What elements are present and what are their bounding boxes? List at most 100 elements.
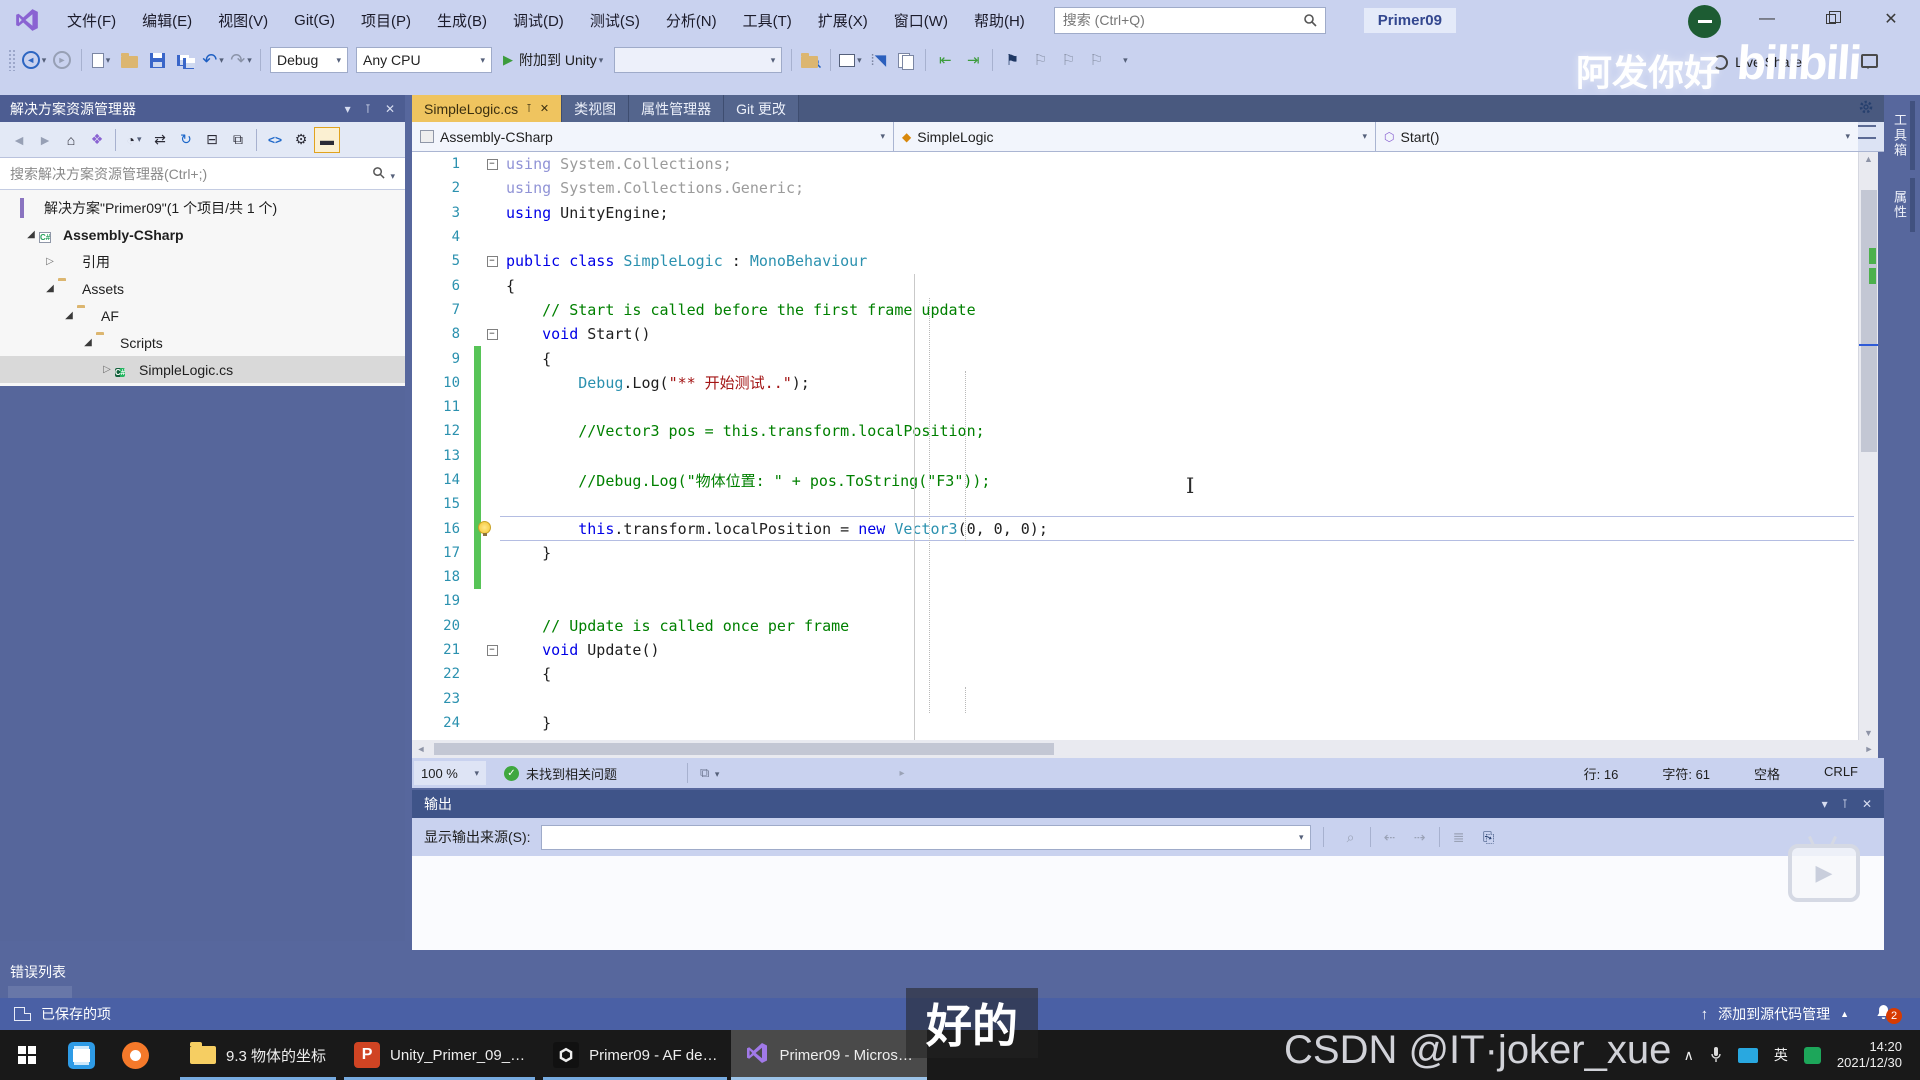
pin-icon[interactable]: ⊺ — [365, 102, 371, 116]
se-collapse-all-button[interactable]: ⊟ — [199, 127, 225, 153]
horizontal-scrollbar[interactable]: ◄ ► — [412, 740, 1878, 758]
window-position-icon[interactable]: ▾ — [1822, 797, 1828, 811]
se-properties-button[interactable]: ⚙ — [288, 127, 314, 153]
se-forward-button[interactable]: ► — [32, 127, 58, 153]
code-line-13[interactable]: 13 — [412, 444, 1884, 468]
tab-2[interactable]: 属性管理器 — [629, 95, 724, 122]
lightbulb-icon[interactable] — [478, 521, 491, 534]
split-editor-handle[interactable] — [1858, 125, 1876, 139]
se-switch-views-button[interactable]: ❖ — [84, 127, 110, 153]
new-file-button[interactable]: ▾ — [88, 47, 114, 73]
tree-item-2[interactable]: ▷引用 — [0, 248, 405, 275]
type-dropdown[interactable]: ◆ SimpleLogic ▾ — [894, 122, 1376, 151]
live-share-button[interactable]: Live Share — [1713, 54, 1802, 70]
error-list-tab[interactable]: 错误列表 — [10, 962, 66, 982]
code-line-12[interactable]: 12 //Vector3 pos = this.transform.localP… — [412, 419, 1884, 443]
fold-toggle[interactable]: − — [484, 645, 500, 656]
se-sync-button[interactable]: ⇄ — [147, 127, 173, 153]
code-line-1[interactable]: 1−using System.Collections; — [412, 152, 1884, 176]
caret-line-indicator[interactable]: 行: 16 — [1584, 764, 1619, 783]
output-source-dropdown[interactable]: ▾ — [541, 825, 1311, 850]
se-show-all-files-button[interactable]: ⧉ — [225, 127, 251, 153]
compare-icon[interactable]: ⧉ ▾ — [700, 765, 719, 781]
tree-item-0[interactable]: 解决方案"Primer09"(1 个项目/共 1 个) — [0, 194, 405, 221]
menu-item-7[interactable]: 测试(S) — [577, 0, 653, 40]
menu-item-10[interactable]: 扩展(X) — [805, 0, 881, 40]
feedback-icon[interactable] — [1861, 54, 1878, 68]
code-line-7[interactable]: 7 // Start is called before the first fr… — [412, 298, 1884, 322]
taskbar-item-0[interactable]: 9.3 物体的坐标 — [176, 1030, 340, 1080]
menu-item-2[interactable]: 视图(V) — [205, 0, 281, 40]
se-refresh-button[interactable]: ↻ — [173, 127, 199, 153]
menu-item-9[interactable]: 工具(T) — [730, 0, 805, 40]
menu-item-0[interactable]: 文件(F) — [54, 0, 129, 40]
code-editor[interactable]: 1−using System.Collections;2using System… — [412, 152, 1884, 740]
menu-item-3[interactable]: Git(G) — [281, 0, 348, 40]
document-well-gear-icon[interactable] — [1858, 99, 1874, 120]
menu-item-5[interactable]: 生成(B) — [424, 0, 500, 40]
tree-expander-icon[interactable]: ▷ — [42, 256, 58, 267]
window-position-icon[interactable]: ▾ — [345, 102, 351, 116]
code-line-15[interactable]: 15 — [412, 492, 1884, 516]
se-preview-selected-toggle[interactable]: ▬ — [314, 127, 340, 153]
tray-expand-chevron-icon[interactable]: ∧ — [1684, 1047, 1694, 1064]
configuration-dropdown[interactable]: Debug▾ — [270, 47, 348, 73]
toolbar-grip[interactable] — [8, 49, 16, 71]
code-line-24[interactable]: 24 } — [412, 711, 1884, 735]
undo-button[interactable]: ↶▾ — [200, 47, 226, 73]
code-line-8[interactable]: 8− void Start() — [412, 322, 1884, 346]
code-line-23[interactable]: 23 — [412, 687, 1884, 711]
code-line-14[interactable]: 14 //Debug.Log("物体位置: " + pos.ToString("… — [412, 468, 1884, 492]
menu-item-12[interactable]: 帮助(H) — [961, 0, 1038, 40]
taskbar-clock[interactable]: 14:20 2021/12/30 — [1837, 1039, 1902, 1071]
fold-toggle[interactable]: − — [484, 256, 500, 267]
next-message-button[interactable]: ⇢ — [1407, 825, 1433, 849]
code-line-3[interactable]: 3using UnityEngine; — [412, 201, 1884, 225]
next-bookmark-button[interactable]: ⚐ — [1055, 47, 1081, 73]
quick-search-box[interactable]: 搜索 (Ctrl+Q) — [1054, 7, 1326, 34]
close-panel-icon[interactable]: ✕ — [385, 102, 395, 116]
taskbar-item-3[interactable]: Primer09 - Micros… — [731, 1030, 926, 1080]
fold-toggle[interactable]: − — [484, 159, 500, 170]
code-line-5[interactable]: 5−public class SimpleLogic : MonoBehavio… — [412, 249, 1884, 273]
solution-explorer-home-button[interactable]: ▾ — [837, 47, 863, 73]
code-line-22[interactable]: 22 { — [412, 662, 1884, 686]
close-button[interactable]: ✕ — [1868, 0, 1914, 38]
scroll-up-arrow-icon[interactable]: ▲ — [1859, 154, 1878, 164]
redo-button[interactable]: ↷▾ — [228, 47, 254, 73]
properties-collapsed-tab[interactable]: 属性 — [1890, 178, 1909, 232]
minimize-button[interactable]: — — [1744, 0, 1790, 38]
attach-to-unity-button[interactable]: ▶ 附加到 Unity ▾ — [497, 47, 609, 73]
tray-green-app-icon[interactable] — [1804, 1047, 1821, 1064]
notifications-button[interactable]: 2 — [1875, 1004, 1892, 1025]
code-line-19[interactable]: 19 — [412, 589, 1884, 613]
find-message-button[interactable]: ⌕ — [1338, 825, 1364, 849]
vertical-scrollbar-thumb[interactable] — [1861, 190, 1877, 452]
tab-3[interactable]: Git 更改 — [724, 95, 799, 122]
ime-indicator[interactable]: 英 — [1774, 1045, 1788, 1065]
collapse-box-icon[interactable]: − — [487, 645, 498, 656]
tree-expander-icon[interactable]: ◢ — [42, 283, 58, 294]
code-line-11[interactable]: 11 — [412, 395, 1884, 419]
menu-item-4[interactable]: 项目(P) — [348, 0, 424, 40]
save-button[interactable] — [144, 47, 170, 73]
navigate-forward-button[interactable]: ► — [49, 47, 75, 73]
tree-expander-icon[interactable]: ▷ — [99, 364, 115, 375]
restore-button[interactable] — [1808, 0, 1854, 38]
se-view-code-button[interactable]: <> — [262, 127, 288, 153]
code-line-17[interactable]: 17 } — [412, 541, 1884, 565]
solution-explorer-title-bar[interactable]: 解决方案资源管理器 ▾ ⊺ ✕ — [0, 95, 405, 122]
navigate-back-button[interactable]: ◄▾ — [21, 47, 47, 73]
tree-item-5[interactable]: ◢Scripts — [0, 329, 405, 356]
previous-bookmark-button[interactable]: ⚐ — [1027, 47, 1053, 73]
se-pending-changes-filter-button[interactable]: ◔▾ — [121, 127, 147, 153]
indent-mode-indicator[interactable]: 空格 — [1754, 764, 1780, 783]
tree-item-4[interactable]: ◢AF — [0, 302, 405, 329]
close-tab-icon[interactable]: ✕ — [540, 102, 549, 115]
code-line-9[interactable]: 9 { — [412, 346, 1884, 370]
pin-icon[interactable]: ⊺ — [1842, 797, 1848, 811]
scroll-left-arrow-icon[interactable]: ◄ — [412, 740, 430, 758]
menu-item-11[interactable]: 窗口(W) — [881, 0, 961, 40]
vertical-scrollbar[interactable]: ▲ ▼ — [1858, 152, 1878, 740]
taskbar-video-app-button[interactable] — [54, 1030, 108, 1080]
